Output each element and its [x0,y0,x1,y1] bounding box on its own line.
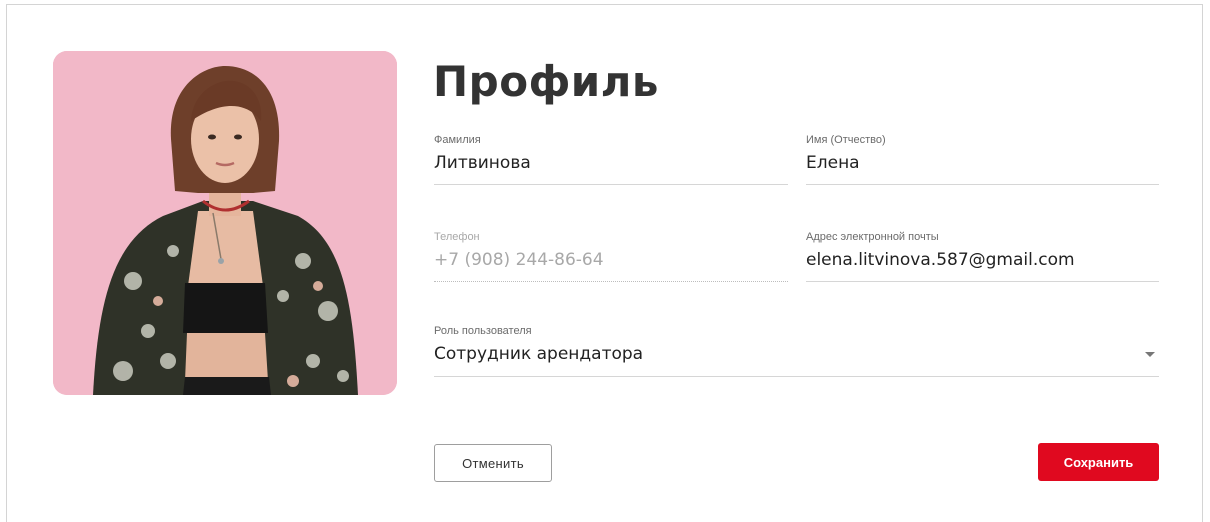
first-name-value[interactable]: Елена [806,152,1159,174]
last-name-field[interactable]: Фамилия Литвинова [434,133,788,185]
role-select[interactable]: Роль пользователя Сотрудник арендатора [434,324,1159,377]
email-underline [806,281,1159,282]
page-title: Профиль [433,57,659,106]
role-underline [434,376,1159,377]
chevron-down-icon[interactable] [1145,352,1155,357]
last-name-value[interactable]: Литвинова [434,152,788,174]
cancel-button[interactable]: Отменить [434,444,552,482]
profile-photo [53,51,397,395]
email-value[interactable]: elena.litvinova.587@gmail.com [806,249,1159,271]
role-value[interactable]: Сотрудник арендатора [434,343,1159,365]
last-name-underline [434,184,788,185]
email-label: Адрес электронной почты [806,231,939,243]
phone-underline [434,281,788,282]
phone-field: Телефон +7 (908) 244-86-64 [434,230,788,282]
first-name-field[interactable]: Имя (Отчество) Елена [806,133,1159,185]
role-label: Роль пользователя [434,325,532,337]
phone-value: +7 (908) 244-86-64 [434,250,604,270]
profile-photo-image [53,51,397,395]
phone-label: Телефон [434,231,480,243]
last-name-label: Фамилия [434,134,481,146]
email-field[interactable]: Адрес электронной почты elena.litvinova.… [806,230,1159,282]
first-name-underline [806,184,1159,185]
save-button[interactable]: Сохранить [1038,443,1159,481]
first-name-label: Имя (Отчество) [806,134,886,146]
